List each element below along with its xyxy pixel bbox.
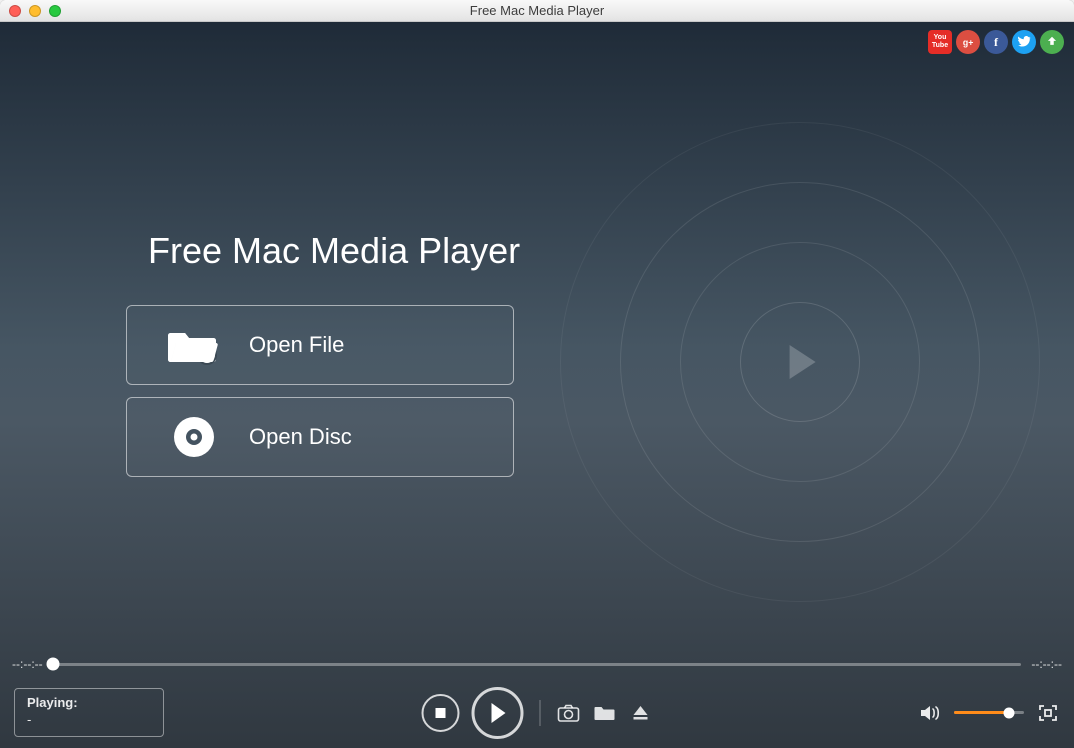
open-file-button[interactable]: Open File — [126, 305, 514, 385]
seek-thumb[interactable] — [46, 658, 59, 671]
center-controls — [422, 687, 653, 739]
close-window-button[interactable] — [9, 5, 21, 17]
volume-thumb[interactable] — [1003, 707, 1014, 718]
volume-fill — [954, 711, 1009, 714]
separator — [540, 700, 541, 726]
open-disc-label: Open Disc — [249, 424, 352, 450]
window-title: Free Mac Media Player — [0, 3, 1074, 18]
snapshot-button[interactable] — [557, 703, 581, 723]
now-playing-label: Playing: — [27, 695, 151, 711]
seek-slider[interactable] — [53, 663, 1022, 666]
now-playing-box: Playing: - — [14, 688, 164, 737]
app-heading: Free Mac Media Player — [148, 230, 520, 272]
play-glyph-icon — [790, 345, 816, 379]
progress-row: --:--:-- --:--:-- — [0, 652, 1074, 676]
minimize-window-button[interactable] — [29, 5, 41, 17]
volume-icon[interactable] — [918, 703, 942, 723]
content-area: YouTube g+ f Free Mac Media Player — [0, 22, 1074, 748]
open-disc-button[interactable]: Open Disc — [126, 397, 514, 477]
open-folder-button[interactable] — [593, 703, 617, 723]
time-remaining: --:--:-- — [1031, 657, 1062, 671]
play-button[interactable] — [472, 687, 524, 739]
now-playing-value: - — [27, 712, 151, 728]
stage: Free Mac Media Player — [0, 22, 1074, 652]
titlebar: Free Mac Media Player — [0, 0, 1074, 22]
control-bar: Playing: - — [0, 676, 1074, 748]
folder-add-icon — [167, 325, 221, 365]
disc-icon — [167, 415, 221, 459]
app-window: Free Mac Media Player YouTube g+ f Free … — [0, 0, 1074, 748]
radar-graphic — [540, 102, 1060, 622]
open-file-label: Open File — [249, 332, 344, 358]
open-buttons: Open File Open Disc — [126, 305, 514, 477]
time-elapsed: --:--:-- — [12, 657, 43, 671]
stop-button[interactable] — [422, 694, 460, 732]
window-controls — [0, 5, 61, 17]
right-controls — [918, 703, 1060, 723]
eject-button[interactable] — [629, 703, 653, 723]
fullscreen-button[interactable] — [1036, 703, 1060, 723]
zoom-window-button[interactable] — [49, 5, 61, 17]
volume-slider[interactable] — [954, 711, 1024, 714]
